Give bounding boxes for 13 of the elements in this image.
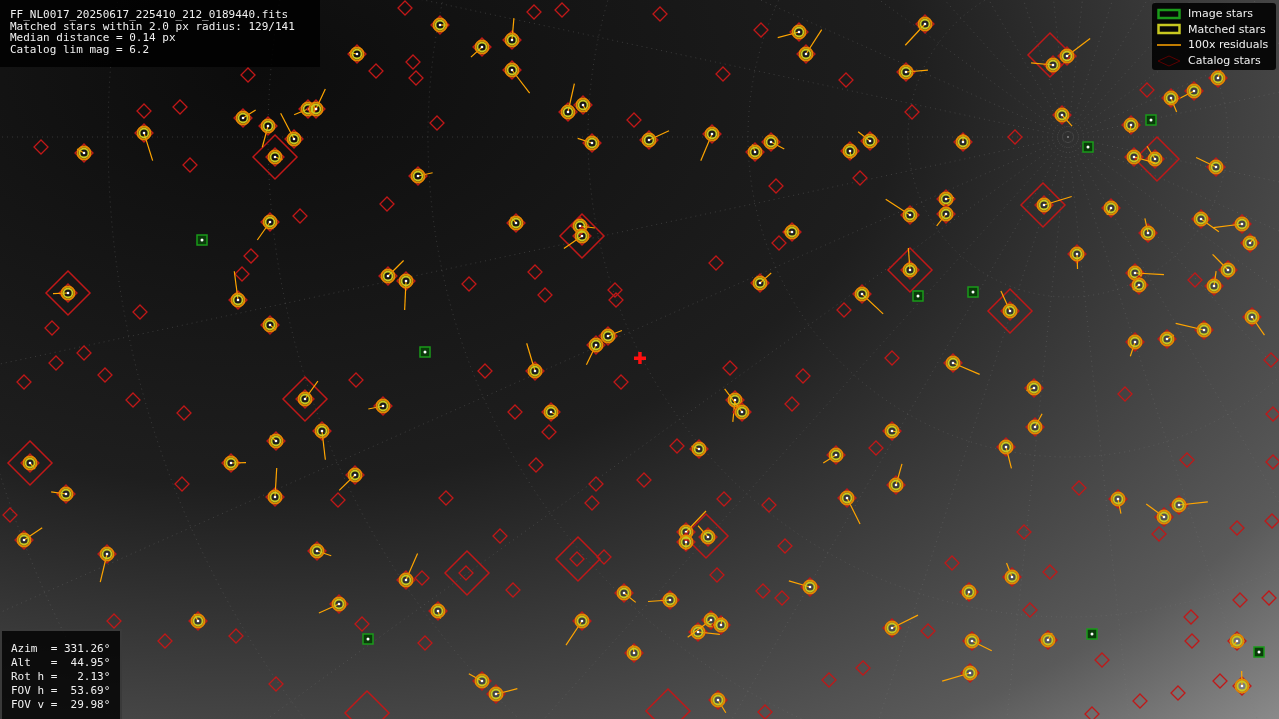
pointing-line: FOV h = 53.69°: [11, 684, 111, 698]
info-line: Median distance = 0.14 px: [10, 32, 176, 45]
pointing-line: Rot h = 2.13°: [11, 670, 111, 684]
info-line: FF_NL0017_20250617_225410_212_0189440.fits: [10, 9, 290, 21]
pointing-line: FOV v = 29.98°: [11, 698, 111, 712]
legend-label: Image stars: [1188, 7, 1253, 21]
pointing-line: Azim = 331.26°: [11, 642, 111, 656]
legend-label: Catalog stars: [1188, 54, 1261, 68]
info-line: Catalog lim mag = 6.2: [10, 44, 151, 56]
info-line: Matched stars within 2.0 px radius: 129/141: [10, 20, 296, 33]
legend-label: 100x residuals: [1188, 38, 1269, 52]
pointing-line: Alt = 44.95°: [11, 656, 111, 670]
legend-label: Matched stars: [1188, 22, 1266, 36]
